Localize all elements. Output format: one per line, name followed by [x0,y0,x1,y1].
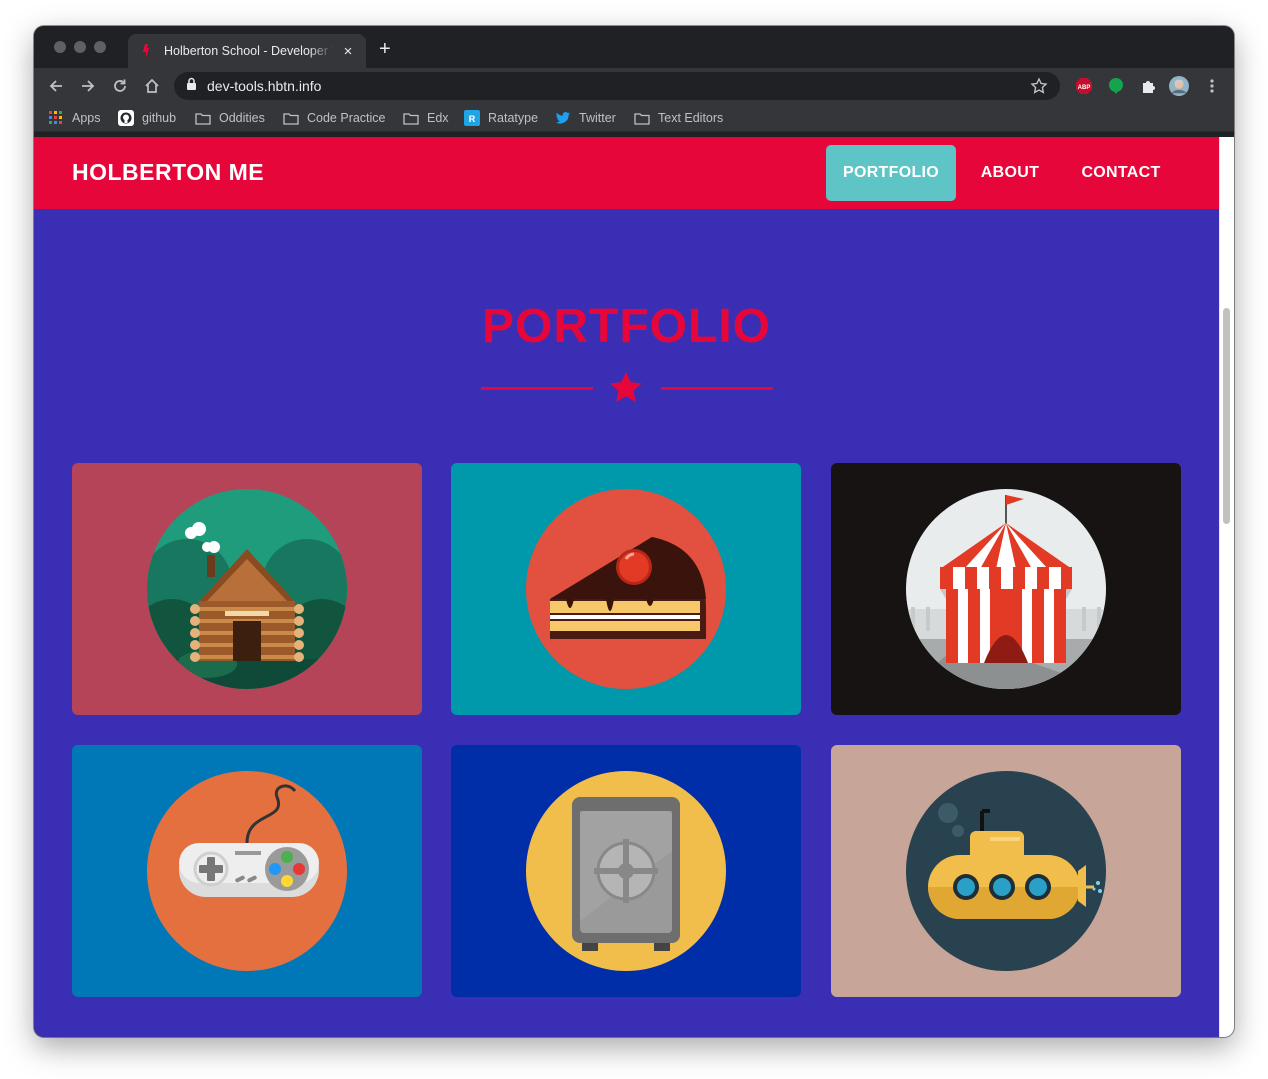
holberton-favicon-icon [138,43,154,59]
kebab-menu-icon[interactable] [1202,76,1222,96]
section-title: PORTFOLIO [482,300,771,353]
star-icon [610,372,642,402]
browser-toolbar: dev-tools.hbtn.info ABP [34,68,1234,104]
close-window-dot[interactable] [54,41,66,53]
nav-portfolio[interactable]: PORTFOLIO [826,145,956,201]
scrollbar-thumb[interactable] [1223,308,1230,524]
twitter-icon [555,110,571,126]
adblock-plus-icon[interactable]: ABP [1074,76,1094,96]
evernote-icon[interactable] [1106,76,1126,96]
portfolio-card-cake[interactable] [451,463,801,715]
folder-icon [634,110,650,126]
bookmark-ratatype[interactable]: R Ratatype [464,109,538,127]
new-tab-button[interactable]: + [379,39,391,59]
bookmark-oddities[interactable]: Oddities [195,109,265,127]
address-bar[interactable]: dev-tools.hbtn.info [174,72,1060,100]
page-viewport: HOLBERTON ME PORTFOLIO ABOUT CONTACT POR… [34,137,1234,1037]
reload-icon[interactable] [110,76,130,96]
bookmark-label: Twitter [579,111,616,125]
folder-icon [403,110,419,126]
svg-text:R: R [469,114,476,124]
site-brand[interactable]: HOLBERTON ME [72,159,264,186]
portfolio-card-controller[interactable] [72,745,422,997]
submarine-illustration [906,771,1106,971]
title-divider-right [661,387,773,390]
browser-tab[interactable]: Holberton School - Developer Tools × [128,34,366,68]
bookmark-edx[interactable]: Edx [403,109,449,127]
home-icon[interactable] [142,76,162,96]
github-icon [118,110,134,126]
bookmark-star-icon[interactable] [1030,77,1048,100]
title-divider-left [481,387,593,390]
bookmark-label: Text Editors [658,111,724,125]
back-arrow-icon[interactable] [46,76,66,96]
safe-illustration [526,771,726,971]
bookmark-github[interactable]: github [118,109,176,127]
nav-about[interactable]: ABOUT [964,145,1056,201]
apps-grid-icon [48,110,64,126]
bookmark-label: github [142,111,177,125]
folder-icon [283,110,299,126]
bookmark-label: Oddities [219,111,265,125]
game-controller-illustration [147,771,347,971]
bookmark-label: Ratatype [488,111,539,125]
minimize-window-dot[interactable] [74,41,86,53]
portfolio-card-cabin[interactable] [72,463,422,715]
maximize-window-dot[interactable] [94,41,106,53]
lock-icon [186,77,197,95]
bookmark-code-practice[interactable]: Code Practice [283,109,386,127]
circus-tent-illustration [906,489,1106,689]
portfolio-card-submarine[interactable] [831,745,1181,997]
portfolio-card-circus[interactable] [831,463,1181,715]
close-tab-icon[interactable]: × [340,43,356,60]
ratatype-icon: R [464,110,480,126]
bookmark-label: Apps [72,111,101,125]
url-text: dev-tools.hbtn.info [207,78,322,94]
tab-title: Holberton School - Developer Tools [164,44,334,58]
puzzle-extensions-icon[interactable] [1138,76,1158,96]
forward-arrow-icon[interactable] [78,76,98,96]
tab-strip: Holberton School - Developer Tools × + [34,26,1234,68]
bookmarks-bar: Apps github Oddities Code Practice Edx R… [34,104,1234,132]
bookmark-twitter[interactable]: Twitter [555,109,616,127]
svg-text:ABP: ABP [1078,85,1091,91]
portfolio-card-safe[interactable] [451,745,801,997]
site-header: HOLBERTON ME PORTFOLIO ABOUT CONTACT [34,137,1219,209]
bookmark-label: Code Practice [307,111,386,125]
nav-contact[interactable]: CONTACT [1064,145,1178,201]
bookmark-label: Edx [427,111,449,125]
browser-window: Holberton School - Developer Tools × + d… [34,26,1234,1037]
cake-slice-illustration [526,489,726,689]
profile-avatar[interactable] [1169,76,1189,96]
bookmark-apps[interactable]: Apps [48,109,101,127]
log-cabin-illustration [147,489,347,689]
bookmark-text-editors[interactable]: Text Editors [634,109,723,127]
scrollbar-track[interactable] [1219,137,1234,1037]
folder-icon [195,110,211,126]
